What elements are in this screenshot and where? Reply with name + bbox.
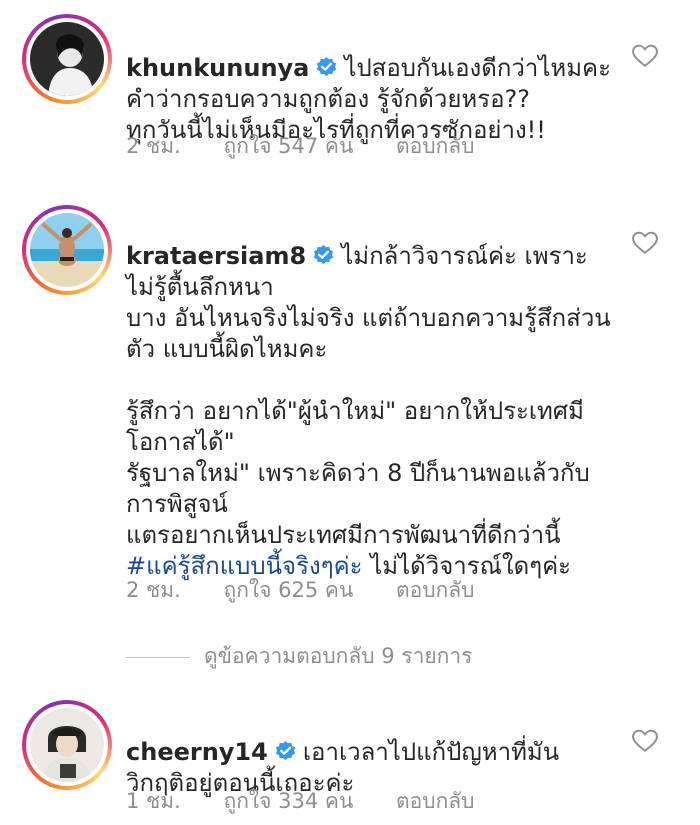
comment-meta: 2 ชม. ถูกใจ 625 คน ตอบกลับ — [126, 574, 511, 607]
comment-meta: 1 ชม. ถูกใจ 334 คน ตอบกลับ — [126, 785, 511, 818]
heart-icon[interactable] — [632, 729, 658, 753]
username[interactable]: khunkununya — [126, 54, 309, 82]
reply-button[interactable]: ตอบกลับ — [396, 130, 475, 163]
comment-time: 2 ชม. — [126, 578, 181, 602]
comment-time: 1 ชม. — [126, 789, 181, 813]
avatar[interactable] — [22, 14, 112, 104]
avatar-photo — [30, 22, 104, 96]
avatar[interactable] — [22, 205, 112, 295]
verified-badge-icon — [275, 740, 295, 761]
username[interactable]: krataersiam8 — [126, 242, 306, 270]
comment-meta: 2 ชม. ถูกใจ 547 คน ตอบกลับ — [126, 130, 511, 163]
like-count[interactable]: ถูกใจ 625 คน — [224, 574, 354, 607]
view-replies-button[interactable]: ดูข้อความตอบกลับ 9 รายการ — [126, 640, 472, 673]
like-count[interactable]: ถูกใจ 547 คน — [224, 130, 354, 163]
comment-body: krataersiam8 ไม่กล้าวิจารณ์ค่ะ เพราะไม่รู… — [126, 210, 616, 582]
like-count[interactable]: ถูกใจ 334 คน — [224, 785, 354, 818]
view-replies-label: ดูข้อความตอบกลับ 9 รายการ — [204, 644, 473, 668]
reply-button[interactable]: ตอบกลับ — [396, 785, 475, 818]
verified-badge-icon — [314, 244, 334, 265]
avatar-photo — [30, 213, 104, 287]
comment-text: ไม่กล้าวิจารณ์ค่ะ เพราะไม่รู้ตื้นลึกหนา … — [126, 242, 611, 549]
reply-button[interactable]: ตอบกลับ — [396, 574, 475, 607]
heart-icon[interactable] — [632, 231, 658, 255]
avatar[interactable] — [22, 700, 112, 790]
comment-body: khunkununya ไปสอบกันเองดีกว่าไหมคะ คำว่าก… — [126, 22, 616, 146]
verified-badge-icon — [317, 56, 337, 77]
avatar-photo — [30, 708, 104, 782]
divider — [126, 656, 190, 658]
heart-icon[interactable] — [632, 44, 658, 68]
username[interactable]: cheerny14 — [126, 738, 268, 766]
comment-time: 2 ชม. — [126, 134, 181, 158]
